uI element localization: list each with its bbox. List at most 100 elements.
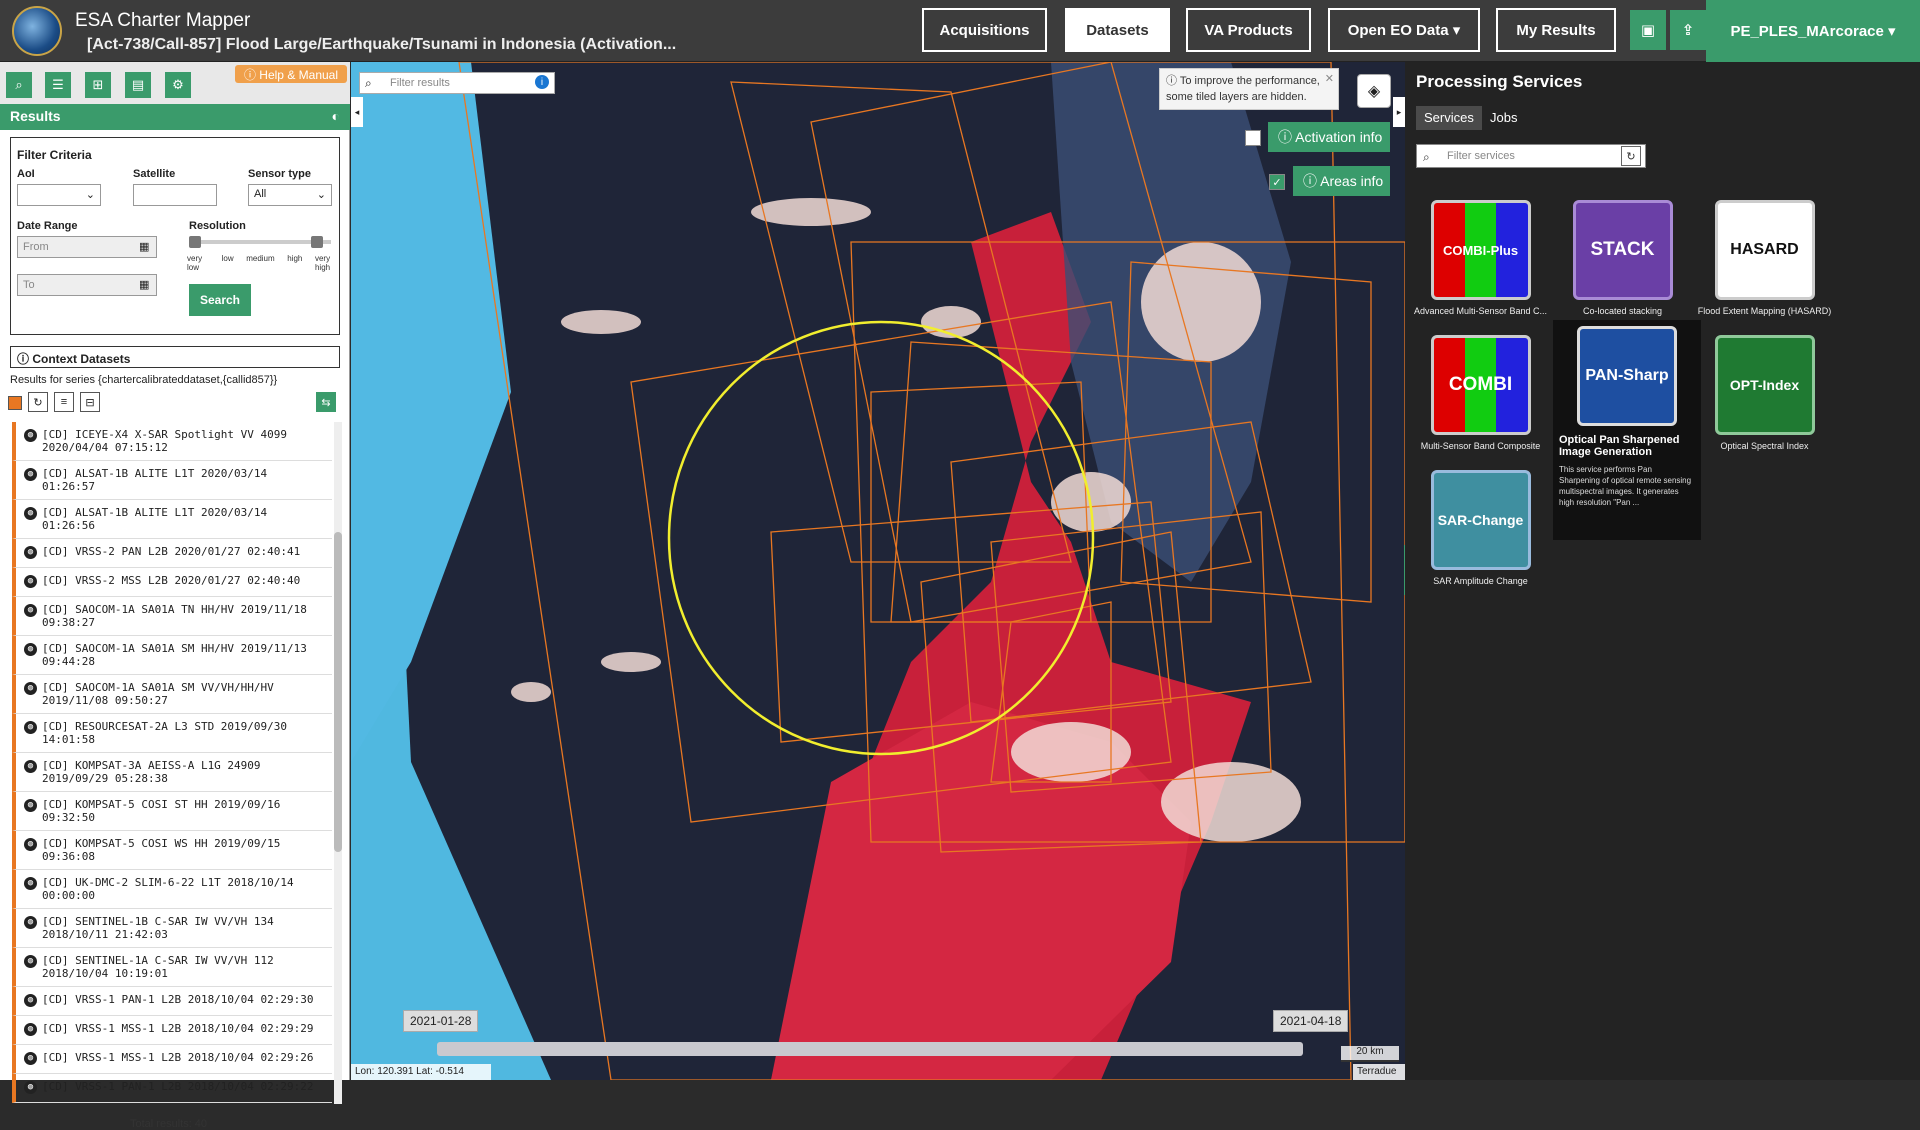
layers-button[interactable]: ◈ [1357, 74, 1391, 108]
areas-info-checkbox[interactable]: ✓ [1269, 174, 1285, 190]
service-hasard[interactable]: HASARD Flood Extent Mapping (HASARD) [1697, 200, 1832, 316]
info-icon[interactable]: i [535, 75, 549, 89]
res-tick: medium [246, 254, 275, 263]
list-item[interactable]: ◍ [CD] KOMPSAT-5 COSI WS HH 2019/09/15 09… [12, 831, 332, 870]
service-tile: COMBI-Plus [1430, 200, 1531, 300]
help-manual-button[interactable]: ⓘ Help & Manual [235, 65, 347, 83]
share-icon: ⇆ [321, 396, 331, 409]
map-view[interactable]: Filter results ⌕ i ◂ ▸ ⓘ To improve the … [351, 62, 1405, 1080]
list-item[interactable]: ◍ [CD] SAOCOM-1A SA01A SM HH/HV 2019/11/1… [12, 636, 332, 675]
calendar-icon[interactable]: ▦ [139, 278, 149, 291]
list-view-button[interactable]: ≡ [54, 392, 74, 412]
service-caption: SAR Amplitude Change [1433, 576, 1528, 586]
list-item[interactable]: ◍ [CD] ICEYE-X4 X-SAR Spotlight VV 4099 2… [12, 422, 332, 461]
service-combi-plus[interactable]: COMBI-Plus Advanced Multi-Sensor Band C.… [1413, 200, 1548, 316]
close-icon[interactable]: ✕ [1325, 71, 1334, 87]
list-item[interactable]: ◍ [CD] RESOURCESAT-2A L3 STD 2019/09/30 1… [12, 714, 332, 753]
list-item[interactable]: ◍ [CD] VRSS-1 MSS-1 L2B 2018/10/04 02:29:… [12, 1045, 332, 1074]
service-tile: STACK [1572, 200, 1673, 300]
date-range-label: Date Range [17, 220, 78, 232]
nav-va-products[interactable]: VA Products [1186, 8, 1311, 52]
archive-tool-button[interactable]: ▤ [125, 72, 151, 98]
service-combi[interactable]: COMBI Multi-Sensor Band Composite [1413, 335, 1548, 451]
date-from-input[interactable]: From [17, 236, 157, 258]
list-tool-button[interactable]: ☰ [45, 72, 71, 98]
nav-datasets[interactable]: Datasets [1065, 8, 1170, 52]
list-item[interactable]: ◍ [CD] SAOCOM-1A SA01A TN HH/HV 2019/11/1… [12, 597, 332, 636]
list-scrollbar[interactable] [334, 422, 342, 1104]
areas-info-button[interactable]: ⓘ Areas info [1293, 166, 1390, 196]
res-tick: high [287, 254, 303, 263]
res-tick: very low [187, 254, 203, 272]
list-item[interactable]: ◍ [CD] VRSS-1 PAN-1 L2B 2018/10/04 02:29:… [12, 1074, 332, 1103]
service-caption: Co-located stacking [1582, 306, 1663, 316]
globe-icon: ◍ [24, 1081, 37, 1094]
list-item[interactable]: ◍ [CD] VRSS-1 PAN-1 L2B 2018/10/04 02:29:… [12, 987, 332, 1016]
list-item[interactable]: ◍ [CD] VRSS-2 PAN L2B 2020/01/27 02:40:41 [12, 539, 332, 568]
user-menu[interactable]: PE_PLES_MArcorace ▾ [1706, 0, 1920, 62]
sensor-select[interactable]: All ⌄ [248, 184, 332, 206]
date-to-input[interactable]: To [17, 274, 157, 296]
map-imagery[interactable] [351, 62, 1405, 1080]
share-button[interactable]: ⇆ [316, 392, 336, 412]
list-item[interactable]: ◍ [CD] SENTINEL-1B C-SAR IW VV/VH 134 201… [12, 909, 332, 948]
timeline-end-date[interactable]: 2021-04-18 [1273, 1010, 1349, 1032]
service-pan-sharp[interactable]: PAN-Sharp Optical Pan Sharpened Image Ge… [1553, 320, 1701, 540]
activation-info-button[interactable]: ⓘ Activation info [1268, 122, 1390, 152]
refresh-icon: ↻ [33, 396, 43, 409]
app-title: ESA Charter Mapper [75, 10, 251, 31]
nav-acquisitions[interactable]: Acquisitions [922, 8, 1047, 52]
list-item[interactable]: ◍ [CD] VRSS-2 MSS L2B 2020/01/27 02:40:40 [12, 568, 332, 597]
nav-open-eo-data[interactable]: Open EO Data ▾ [1328, 8, 1480, 52]
list-item[interactable]: ◍ [CD] ALSAT-1B ALITE L1T 2020/03/14 01:2… [12, 500, 332, 539]
esa-logo[interactable] [12, 6, 62, 56]
timeline-slider[interactable] [437, 1042, 1303, 1056]
filter-services-input[interactable]: Filter services [1416, 144, 1646, 168]
list-item-label: [CD] ALSAT-1B ALITE L1T 2020/03/14 01:26… [42, 506, 268, 532]
settings-tool-button[interactable]: ⚙ [165, 72, 191, 98]
aoi-select[interactable]: ⌄ [17, 184, 101, 206]
tab-jobs[interactable]: Jobs [1482, 106, 1525, 130]
context-datasets-header[interactable]: ⓘ Context Datasets [10, 346, 340, 368]
list-item[interactable]: ◍ [CD] SAOCOM-1A SA01A SM VV/VH/HH/HV 201… [12, 675, 332, 714]
list-item[interactable]: ◍ [CD] VRSS-1 MSS-1 L2B 2018/10/04 02:29:… [12, 1016, 332, 1045]
satellite-input[interactable] [133, 184, 217, 206]
select-all-checkbox[interactable] [8, 396, 22, 410]
service-opt-index[interactable]: OPT-Index Optical Spectral Index [1697, 335, 1832, 451]
list-item[interactable]: ◍ [CD] SENTINEL-1A C-SAR IW VV/VH 112 201… [12, 948, 332, 987]
list-item[interactable]: ◍ [CD] KOMPSAT-5 COSI ST HH 2019/09/16 09… [12, 792, 332, 831]
slider-handle-max[interactable] [311, 236, 323, 248]
basket-button[interactable]: ⊟ [80, 392, 100, 412]
globe-icon: ◍ [24, 760, 37, 773]
service-sar-change[interactable]: SAR-Change SAR Amplitude Change [1413, 470, 1548, 586]
list-item[interactable]: ◍ [CD] ALSAT-1B ALITE L1T 2020/03/14 01:2… [12, 461, 332, 500]
map-filter-input[interactable]: Filter results [359, 72, 555, 94]
upload-button[interactable]: ⇪ [1670, 10, 1706, 50]
timeline-start-date[interactable]: 2021-01-28 [403, 1010, 479, 1032]
refresh-button[interactable]: ↻ [28, 392, 48, 412]
list-item[interactable]: ◍ [CD] KOMPSAT-3A AEISS-A L1G 24909 2019/… [12, 753, 332, 792]
collapse-icon[interactable]: ◐ [332, 108, 340, 124]
scrollbar-thumb[interactable] [334, 532, 342, 852]
collapse-sidebar-toggle[interactable]: ◂ [351, 97, 363, 127]
collapse-panel-toggle[interactable]: ▸ [1393, 97, 1405, 127]
search-tool-button[interactable]: ⌕ [6, 72, 32, 98]
service-tile: PAN-Sharp [1577, 326, 1677, 426]
search-button[interactable]: Search [189, 284, 251, 316]
globe-icon: ◍ [24, 507, 37, 520]
list-item[interactable]: ◍ [CD] UK-DMC-2 SLIM-6-22 L1T 2018/10/14 … [12, 870, 332, 909]
briefcase-button[interactable]: ▣ [1630, 10, 1666, 50]
calendar-icon[interactable]: ▦ [139, 240, 149, 253]
service-stack[interactable]: STACK Co-located stacking [1555, 200, 1690, 316]
list-item-label: [CD] KOMPSAT-5 COSI ST HH 2019/09/16 09:… [42, 798, 281, 824]
activation-info-checkbox[interactable] [1245, 130, 1261, 146]
basket-tool-button[interactable]: ⊞ [85, 72, 111, 98]
tab-services[interactable]: Services [1416, 106, 1482, 130]
refresh-services-button[interactable]: ↻ [1621, 146, 1641, 166]
resolution-slider[interactable] [191, 240, 331, 244]
nav-my-results[interactable]: My Results [1496, 8, 1616, 52]
slider-handle-min[interactable] [189, 236, 201, 248]
globe-icon: ◍ [24, 838, 37, 851]
results-header: Results ◐ [0, 104, 350, 130]
service-tile: OPT-Index [1714, 335, 1815, 435]
